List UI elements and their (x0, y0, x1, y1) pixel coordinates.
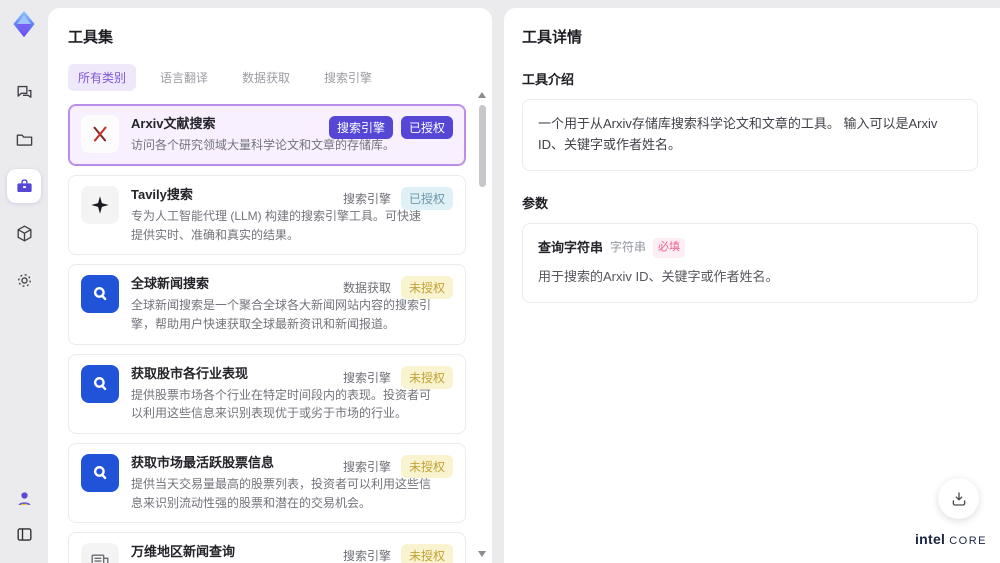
newspaper-icon (91, 554, 109, 563)
category-tab[interactable]: 所有类别 (68, 64, 137, 91)
tool-card[interactable]: Arxiv文献搜索 访问各个研究领域大量科学论文和文章的存储库。 搜索引擎 已授… (68, 104, 466, 166)
param-type: 字符串 (610, 240, 647, 255)
param-name: 查询字符串 (538, 239, 604, 255)
category-badge: 搜索引擎 (342, 549, 391, 563)
scroll-down-icon[interactable] (478, 551, 486, 557)
category-tabs: 所有类别 语言翻译 数据获取 搜索引擎 (68, 64, 466, 91)
sidebar-item-files[interactable] (7, 122, 41, 156)
sidebar-nav (7, 75, 41, 297)
tool-card[interactable]: 获取股市各行业表现 提供股票市场各个行业在特定时间段内的表现。投资者可以利用这些… (68, 353, 466, 434)
tool-desc: 全球新闻搜索是一个聚合全球各大新闻网站内容的搜索引擎，帮助用户快速获取全球最新资… (131, 298, 432, 331)
auth-badge: 已授权 (400, 116, 453, 139)
list-scrollbar[interactable] (477, 92, 487, 557)
tool-card[interactable]: Tavily搜索 专为人工智能代理 (LLM) 构建的搜索引擎工具。可快速提供实… (68, 174, 466, 256)
details-title: 工具详情 (522, 29, 583, 46)
category-badge: 搜索引擎 (342, 370, 391, 385)
sidebar-item-chat[interactable] (7, 75, 41, 109)
panel-toggle-icon[interactable] (15, 525, 34, 549)
tool-icon (81, 115, 119, 153)
sidebar-item-tools[interactable] (7, 169, 41, 203)
sidebar-item-models[interactable] (7, 216, 41, 250)
param-card: 查询字符串 字符串 必填 用于搜索的Arxiv ID、关键字或作者姓名。 (522, 222, 978, 304)
auth-badge: 未授权 (400, 276, 453, 300)
download-button[interactable] (938, 478, 979, 519)
news-search-icon (93, 465, 107, 480)
params-heading: 参数 (522, 195, 549, 211)
param-required-badge: 必填 (653, 238, 686, 258)
scroll-up-icon[interactable] (478, 92, 486, 98)
category-tab[interactable]: 语言翻译 (150, 64, 218, 91)
tool-list: Arxiv文献搜索 访问各个研究领域大量科学论文和文章的存储库。 搜索引擎 已授… (68, 104, 466, 563)
sidebar (0, 0, 48, 563)
gear-icon (17, 273, 31, 287)
tool-card[interactable]: 获取市场最活跃股票信息 提供当天交易量最高的股票列表，投资者可以利用这些信息来识… (68, 442, 466, 524)
sidebar-bottom (15, 489, 34, 549)
auth-badge: 已授权 (400, 186, 453, 210)
category-tab[interactable]: 数据获取 (232, 64, 300, 91)
tool-icon (81, 453, 119, 492)
intel-core-logo: intel CORE (915, 531, 987, 547)
tool-icon (81, 185, 119, 224)
auth-badge: 未授权 (400, 365, 453, 389)
category-badge: 搜索引擎 (342, 191, 391, 206)
auth-badge: 未授权 (400, 454, 453, 478)
tool-desc: 提供当天交易量最高的股票列表，投资者可以利用这些信息来识别流动性强的股票和潜在的… (131, 477, 432, 510)
category-badge: 搜索引擎 (342, 459, 391, 474)
news-search-icon (93, 287, 107, 301)
tool-icon (81, 275, 119, 314)
intel-word: intel (914, 531, 946, 547)
sidebar-item-settings[interactable] (7, 263, 41, 297)
intro-heading: 工具介绍 (522, 72, 575, 87)
tool-desc: 专为人工智能代理 (LLM) 构建的搜索引擎工具。可快速提供实时、准确和真实的结… (131, 208, 422, 242)
category-badge: 数据获取 (342, 281, 391, 296)
tool-details-panel: 工具详情 工具介绍 一个用于从Arxiv存储库搜索科学论文和文章的工具。 输入可… (504, 8, 1000, 563)
page-title: 工具集 (68, 29, 114, 46)
tools-list-panel: 工具集 所有类别 语言翻译 数据获取 搜索引擎 Arxiv文献搜索 访问各个研究领域大… (48, 8, 492, 563)
download-icon (952, 491, 965, 506)
intro-card: 一个用于从Arxiv存储库搜索科学论文和文章的工具。 输入可以是Arxiv ID… (522, 99, 978, 171)
tool-desc: 提供股票市场各个行业在特定时间段内的表现。投资者可以利用这些信息来识别表现优于或… (131, 387, 432, 421)
tool-icon (81, 364, 119, 403)
tavily-star-icon (91, 196, 109, 214)
cube-icon (16, 225, 32, 241)
category-badge: 搜索引擎 (328, 116, 393, 139)
user-avatar-icon[interactable] (15, 489, 34, 513)
param-desc: 用于搜索的Arxiv ID、关键字或作者姓名。 (538, 269, 779, 285)
auth-badge: 未授权 (400, 544, 453, 563)
category-tab[interactable]: 搜索引擎 (314, 64, 382, 91)
tool-card[interactable]: 万维地区新闻查询 查询具体行政区划内的新闻，快速了解各地新闻动 搜索引擎 未授权 (68, 532, 466, 563)
scrollbar-thumb[interactable] (478, 105, 486, 187)
app-logo-icon[interactable] (9, 9, 39, 39)
folder-icon (16, 133, 32, 146)
chat-icon (16, 85, 32, 98)
arxiv-logo-icon (93, 126, 107, 142)
intel-core-word: CORE (949, 535, 987, 547)
tool-icon (81, 543, 119, 563)
news-search-icon (93, 376, 107, 390)
toolbox-icon (16, 178, 32, 192)
tool-card[interactable]: 全球新闻搜索 全球新闻搜索是一个聚合全球各大新闻网站内容的搜索引擎，帮助用户快速… (68, 264, 466, 345)
